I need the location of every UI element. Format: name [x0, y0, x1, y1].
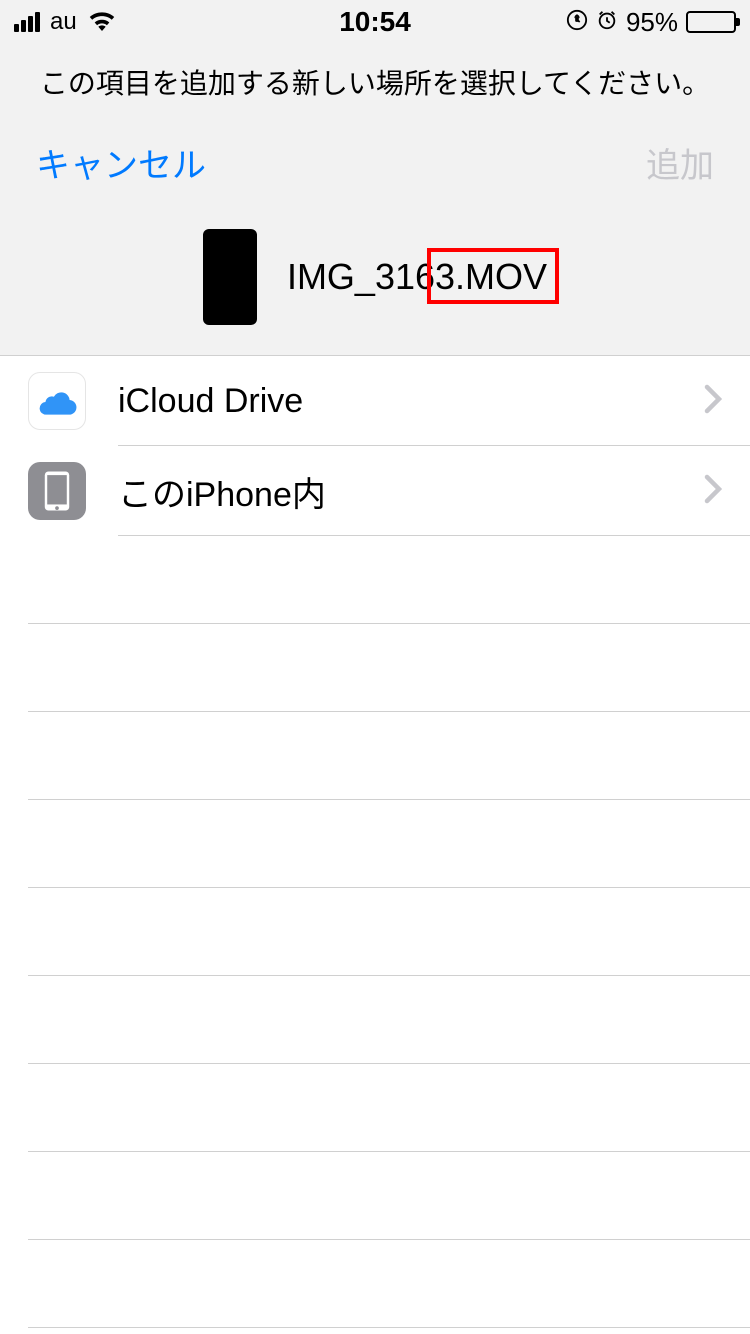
- empty-list-area: [0, 536, 750, 1328]
- alarm-icon: [596, 6, 618, 38]
- list-separator: [28, 536, 750, 624]
- list-separator: [28, 1240, 750, 1328]
- location-list: iCloud Drive このiPhone内: [0, 356, 750, 536]
- add-button[interactable]: 追加: [646, 138, 714, 187]
- phone-icon: [28, 462, 86, 520]
- wifi-icon: [87, 6, 117, 38]
- location-phone-row[interactable]: このiPhone内: [0, 446, 750, 536]
- rotation-lock-icon: [566, 6, 588, 38]
- status-bar: au 10:54 95%: [0, 0, 750, 44]
- location-icloud-row[interactable]: iCloud Drive: [0, 356, 750, 446]
- chevron-right-icon: [704, 384, 722, 419]
- battery-icon: [686, 11, 736, 33]
- status-time: 10:54: [339, 6, 411, 38]
- file-name: IMG_3163.MOV: [287, 256, 547, 298]
- file-thumbnail: [203, 229, 257, 325]
- list-separator: [28, 712, 750, 800]
- list-separator: [28, 800, 750, 888]
- list-separator: [28, 624, 750, 712]
- nav-bar: キャンセル 追加: [0, 116, 750, 205]
- list-separator: [28, 976, 750, 1064]
- list-separator: [28, 888, 750, 976]
- cancel-button[interactable]: キャンセル: [36, 138, 206, 187]
- signal-icon: [14, 12, 40, 32]
- list-separator: [28, 1152, 750, 1240]
- chevron-right-icon: [704, 474, 722, 509]
- location-label: このiPhone内: [118, 467, 704, 516]
- prompt-text: この項目を追加する新しい場所を選択してください。: [0, 44, 750, 116]
- list-separator: [28, 1064, 750, 1152]
- location-label: iCloud Drive: [118, 382, 704, 421]
- icloud-icon: [28, 372, 86, 430]
- file-preview: IMG_3163.MOV: [0, 205, 750, 356]
- carrier-label: au: [50, 8, 77, 36]
- battery-percentage: 95%: [626, 7, 678, 38]
